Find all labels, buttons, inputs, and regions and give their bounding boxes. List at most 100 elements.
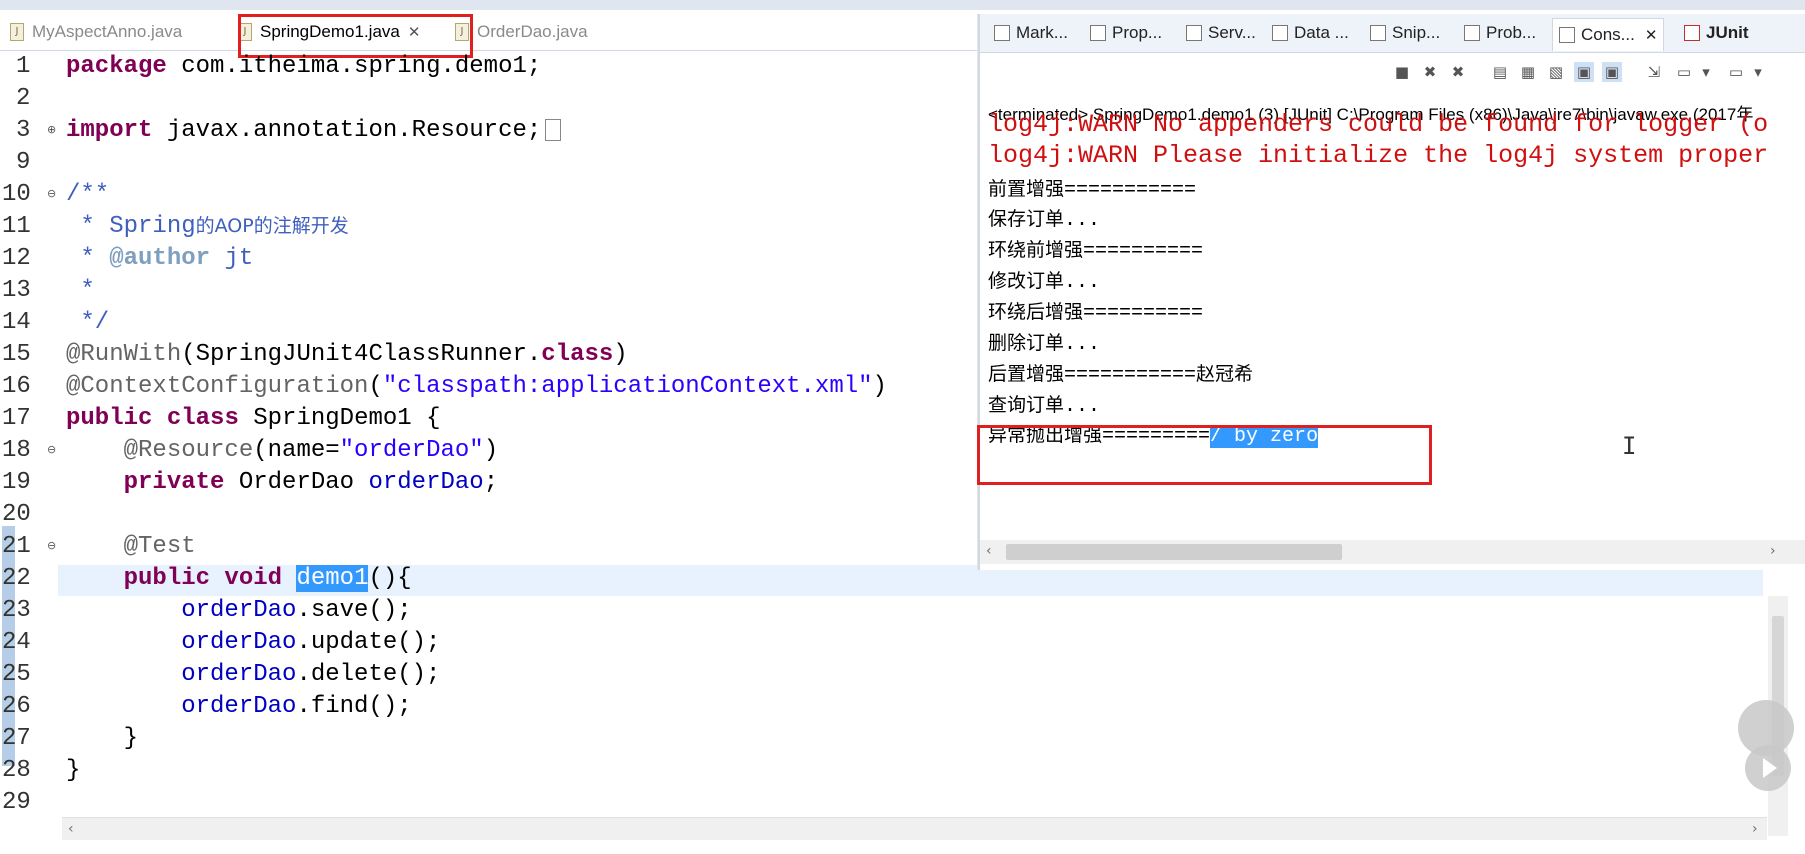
- tab-label: Snip...: [1392, 23, 1441, 42]
- code-line-12: * @author jt: [66, 243, 253, 275]
- console-text: ===========: [1064, 364, 1197, 387]
- tab-label: Serv...: [1208, 23, 1256, 42]
- terminate-icon[interactable]: ■: [1392, 62, 1412, 82]
- remove-all-icon[interactable]: ✖: [1448, 62, 1468, 82]
- code-line-27: }: [66, 725, 139, 752]
- close-icon[interactable]: ✕: [408, 23, 421, 41]
- expand-fold-icon[interactable]: ⊕: [47, 123, 56, 136]
- scroll-right-icon[interactable]: ›: [1770, 543, 1776, 559]
- code-text: .find();: [296, 693, 412, 720]
- remove-launch-icon[interactable]: ✖: [1420, 62, 1440, 82]
- code-line-19: private OrderDao orderDao;: [66, 467, 498, 499]
- code-line-28: }: [66, 757, 81, 784]
- tab-console[interactable]: Cons... ✕: [1552, 18, 1665, 51]
- code-line-26: orderDao.find();: [66, 691, 412, 723]
- console-warn-line: log4j:WARN No appenders could be found f…: [988, 110, 1769, 139]
- code-text: com.itheima.spring.demo1;: [166, 53, 542, 80]
- snippets-icon: [1370, 25, 1386, 41]
- line-number: 15: [2, 341, 31, 368]
- line-number: 10: [2, 181, 31, 208]
- field-name: orderDao: [368, 469, 484, 496]
- tab-myaspectanno[interactable]: J MyAspectAnno.java: [10, 18, 182, 46]
- scroll-lock-icon[interactable]: ▦: [1518, 62, 1538, 82]
- line-number: 20: [2, 501, 31, 528]
- console-toolbar: ■ ✖ ✖ ▤ ▦ ▧ ▣ ▣ ⇲ ▭ ▾ ▭ ▾: [980, 54, 1805, 92]
- play-icon[interactable]: [1744, 744, 1792, 792]
- code-text: (){: [368, 565, 412, 592]
- tab-label: SpringDemo1.java: [260, 22, 400, 41]
- editor-horizontal-scrollbar[interactable]: ‹ ›: [62, 817, 1767, 840]
- code-line-21: @Test: [66, 533, 196, 560]
- console-horizontal-scrollbar[interactable]: ‹ ›: [980, 540, 1805, 564]
- collapse-fold-icon[interactable]: ⊖: [47, 539, 56, 552]
- scroll-right-icon[interactable]: ›: [1752, 821, 1758, 837]
- tab-markers[interactable]: Mark...: [994, 20, 1068, 46]
- console-text: 删除订单: [988, 332, 1065, 354]
- console-line: 查询订单...: [988, 390, 1100, 418]
- line-number: 26: [2, 693, 31, 720]
- field-name: orderDao: [66, 661, 297, 688]
- close-icon[interactable]: ✕: [1645, 26, 1658, 44]
- keyword: void: [210, 565, 283, 592]
- console-text: 赵冠希: [1196, 363, 1254, 385]
- pin-console-icon[interactable]: ⇲: [1644, 62, 1664, 82]
- field-name: orderDao: [66, 597, 297, 624]
- tab-label: OrderDao.java: [477, 22, 588, 41]
- line-number: 19: [2, 469, 31, 496]
- word-wrap-icon[interactable]: ▧: [1546, 62, 1566, 82]
- java-file-icon: J: [238, 23, 252, 41]
- code-line-25: orderDao.delete();: [66, 659, 440, 691]
- scrollbar-thumb[interactable]: [1006, 544, 1342, 560]
- open-console-icon[interactable]: ▭: [1726, 62, 1746, 82]
- code-line-18: @Resource(name="orderDao"): [66, 435, 498, 467]
- show-on-error-icon[interactable]: ▣: [1602, 62, 1622, 82]
- java-file-icon: J: [455, 23, 469, 41]
- display-console-icon[interactable]: ▭: [1674, 62, 1694, 82]
- collapse-fold-icon[interactable]: ⊖: [47, 443, 56, 456]
- string-literal: "orderDao": [339, 437, 484, 464]
- line-number: 28: [2, 757, 31, 784]
- string-literal: "classpath:applicationContext.xml": [382, 373, 873, 400]
- show-on-output-icon[interactable]: ▣: [1574, 62, 1594, 82]
- console-text: 查询订单: [988, 394, 1065, 416]
- line-number-gutter: 1 2 3 9 10 11 12 13 14 15 16 17 18 19 20…: [0, 51, 58, 841]
- code-line-22: public void demo1(){: [66, 563, 412, 595]
- field-name: orderDao: [66, 693, 297, 720]
- code-text: .save();: [296, 597, 412, 624]
- tab-junit[interactable]: JUnit: [1684, 20, 1749, 46]
- folded-imports-icon[interactable]: [545, 118, 562, 141]
- tab-properties[interactable]: Prop...: [1090, 20, 1162, 46]
- code-text: (name=: [253, 437, 340, 464]
- annotation: @Resource: [66, 437, 254, 464]
- console-line: 后置增强===========赵冠希: [988, 359, 1253, 387]
- code-text: (SpringJUnit4ClassRunner.: [181, 341, 542, 368]
- scroll-left-icon[interactable]: ‹: [986, 543, 992, 559]
- console-text: 环绕前增强: [988, 239, 1084, 261]
- keyword: public: [66, 565, 211, 592]
- clear-console-icon[interactable]: ▤: [1490, 62, 1510, 82]
- chevron-down-icon[interactable]: ▾: [1748, 62, 1768, 82]
- console-text: ...: [1064, 271, 1101, 294]
- tab-data-source[interactable]: Data ...: [1272, 20, 1349, 46]
- line-number: 14: [2, 309, 31, 336]
- tab-label: Mark...: [1016, 23, 1068, 42]
- tab-problems[interactable]: Prob...: [1464, 20, 1536, 46]
- annotation: @RunWith: [66, 341, 182, 368]
- console-text: 异常抛出增强: [988, 424, 1103, 446]
- tab-snippets[interactable]: Snip...: [1370, 20, 1440, 46]
- scroll-left-icon[interactable]: ‹: [68, 821, 74, 837]
- code-line-13: *: [66, 277, 95, 304]
- console-line: 环绕前增强==========: [988, 235, 1203, 263]
- keyword: private: [66, 469, 225, 496]
- keyword: package: [66, 53, 167, 80]
- console-line: 保存订单...: [988, 204, 1100, 232]
- console-text: ...: [1064, 333, 1101, 356]
- tab-servers[interactable]: Serv...: [1186, 20, 1256, 46]
- tab-springdemo1[interactable]: J SpringDemo1.java ✕: [238, 18, 420, 46]
- chevron-down-icon[interactable]: ▾: [1696, 62, 1716, 82]
- collapse-fold-icon[interactable]: ⊖: [47, 187, 56, 200]
- selected-method-name: demo1: [296, 565, 369, 592]
- console-line-exception: 异常抛出增强=========/ by zero: [988, 420, 1319, 448]
- tab-label: Prop...: [1112, 23, 1163, 42]
- tab-orderdao[interactable]: J OrderDao.java: [455, 18, 588, 46]
